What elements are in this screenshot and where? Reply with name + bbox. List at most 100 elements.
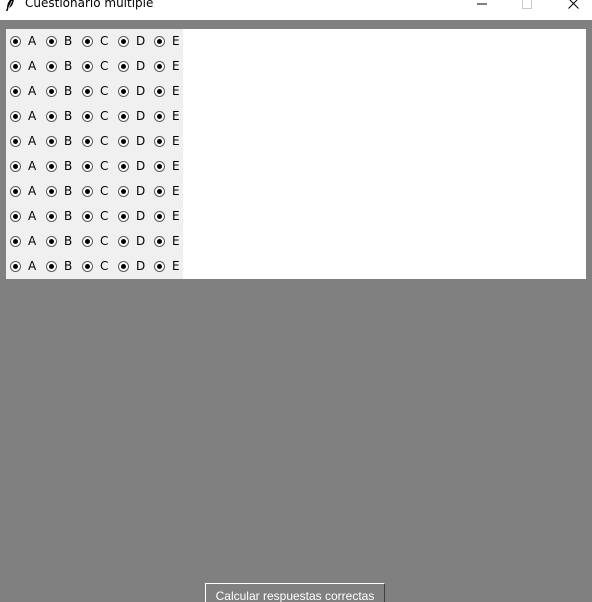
- answer-option-e[interactable]: E: [154, 79, 180, 104]
- radio-button[interactable]: [46, 111, 57, 122]
- radio-button[interactable]: [82, 211, 93, 222]
- answer-option-a[interactable]: A: [10, 154, 36, 179]
- answer-option-c[interactable]: C: [82, 254, 108, 279]
- radio-button[interactable]: [118, 61, 129, 72]
- answer-option-b[interactable]: B: [46, 54, 72, 79]
- answer-option-a[interactable]: A: [10, 29, 36, 54]
- answer-option-e[interactable]: E: [154, 229, 180, 254]
- answer-option-c[interactable]: C: [82, 179, 108, 204]
- answer-option-e[interactable]: E: [154, 204, 180, 229]
- radio-button[interactable]: [82, 86, 93, 97]
- radio-button[interactable]: [46, 61, 57, 72]
- answer-option-b[interactable]: B: [46, 104, 72, 129]
- radio-button[interactable]: [118, 186, 129, 197]
- radio-button[interactable]: [82, 236, 93, 247]
- answer-option-b[interactable]: B: [46, 129, 72, 154]
- answer-option-a[interactable]: A: [10, 129, 36, 154]
- radio-button[interactable]: [154, 236, 165, 247]
- answer-option-a[interactable]: A: [10, 179, 36, 204]
- answer-option-a[interactable]: A: [10, 254, 36, 279]
- radio-button[interactable]: [46, 161, 57, 172]
- answer-option-a[interactable]: A: [10, 54, 36, 79]
- answer-option-d[interactable]: D: [118, 79, 145, 104]
- radio-button[interactable]: [46, 236, 57, 247]
- radio-button[interactable]: [10, 36, 21, 47]
- radio-button[interactable]: [10, 111, 21, 122]
- radio-button[interactable]: [82, 61, 93, 72]
- radio-button[interactable]: [154, 111, 165, 122]
- radio-button[interactable]: [46, 211, 57, 222]
- radio-button[interactable]: [46, 36, 57, 47]
- radio-button[interactable]: [118, 211, 129, 222]
- answer-option-b[interactable]: B: [46, 79, 72, 104]
- radio-button[interactable]: [82, 136, 93, 147]
- radio-button[interactable]: [154, 61, 165, 72]
- radio-button[interactable]: [154, 211, 165, 222]
- radio-button[interactable]: [118, 236, 129, 247]
- answer-option-e[interactable]: E: [154, 179, 180, 204]
- radio-button[interactable]: [154, 186, 165, 197]
- radio-button[interactable]: [154, 36, 165, 47]
- calculate-button[interactable]: Calcular respuestas correctas: [205, 583, 385, 602]
- answer-option-b[interactable]: B: [46, 204, 72, 229]
- answer-option-c[interactable]: C: [82, 79, 108, 104]
- answer-option-a[interactable]: A: [10, 229, 36, 254]
- answer-option-a[interactable]: A: [10, 204, 36, 229]
- answer-option-e[interactable]: E: [154, 254, 180, 279]
- answer-option-e[interactable]: E: [154, 154, 180, 179]
- answer-option-c[interactable]: C: [82, 154, 108, 179]
- radio-button[interactable]: [118, 261, 129, 272]
- answer-option-d[interactable]: D: [118, 154, 145, 179]
- radio-button[interactable]: [154, 261, 165, 272]
- radio-button[interactable]: [10, 211, 21, 222]
- radio-button[interactable]: [46, 86, 57, 97]
- radio-button[interactable]: [82, 186, 93, 197]
- answer-option-c[interactable]: C: [82, 229, 108, 254]
- answer-option-e[interactable]: E: [154, 129, 180, 154]
- radio-button[interactable]: [82, 36, 93, 47]
- answer-option-e[interactable]: E: [154, 54, 180, 79]
- radio-button[interactable]: [10, 261, 21, 272]
- radio-button[interactable]: [10, 186, 21, 197]
- radio-button[interactable]: [118, 86, 129, 97]
- radio-button[interactable]: [82, 161, 93, 172]
- minimize-button[interactable]: [459, 0, 505, 14]
- maximize-button[interactable]: [504, 0, 550, 14]
- answer-option-e[interactable]: E: [154, 29, 180, 54]
- radio-button[interactable]: [10, 61, 21, 72]
- radio-button[interactable]: [118, 161, 129, 172]
- answer-option-c[interactable]: C: [82, 54, 108, 79]
- radio-button[interactable]: [154, 161, 165, 172]
- answer-option-c[interactable]: C: [82, 104, 108, 129]
- radio-button[interactable]: [118, 36, 129, 47]
- answer-option-d[interactable]: D: [118, 104, 145, 129]
- answer-option-d[interactable]: D: [118, 29, 145, 54]
- answer-option-d[interactable]: D: [118, 254, 145, 279]
- radio-button[interactable]: [154, 136, 165, 147]
- answer-option-d[interactable]: D: [118, 54, 145, 79]
- radio-button[interactable]: [10, 136, 21, 147]
- answer-option-b[interactable]: B: [46, 29, 72, 54]
- answer-option-c[interactable]: C: [82, 204, 108, 229]
- answer-option-b[interactable]: B: [46, 179, 72, 204]
- answer-option-b[interactable]: B: [46, 229, 72, 254]
- answer-option-a[interactable]: A: [10, 104, 36, 129]
- answer-option-d[interactable]: D: [118, 204, 145, 229]
- radio-button[interactable]: [10, 86, 21, 97]
- radio-button[interactable]: [118, 111, 129, 122]
- answer-option-d[interactable]: D: [118, 179, 145, 204]
- radio-button[interactable]: [118, 136, 129, 147]
- answer-option-d[interactable]: D: [118, 229, 145, 254]
- answer-option-c[interactable]: C: [82, 129, 108, 154]
- answer-option-b[interactable]: B: [46, 154, 72, 179]
- answer-option-b[interactable]: B: [46, 254, 72, 279]
- radio-button[interactable]: [82, 261, 93, 272]
- radio-button[interactable]: [46, 261, 57, 272]
- answer-option-d[interactable]: D: [118, 129, 145, 154]
- radio-button[interactable]: [154, 86, 165, 97]
- close-button[interactable]: [550, 0, 592, 14]
- answer-option-a[interactable]: A: [10, 79, 36, 104]
- radio-button[interactable]: [46, 186, 57, 197]
- radio-button[interactable]: [10, 236, 21, 247]
- radio-button[interactable]: [46, 136, 57, 147]
